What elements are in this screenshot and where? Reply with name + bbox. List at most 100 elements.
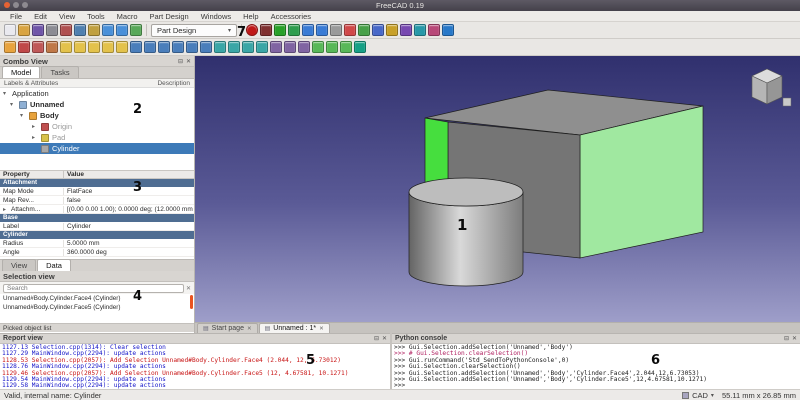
property-value[interactable]: 360.0000 deg — [64, 249, 194, 256]
tab-model[interactable]: Model — [2, 66, 40, 78]
paste-icon[interactable] — [88, 24, 100, 36]
subtractive-primitive-icon[interactable] — [200, 41, 212, 53]
menu-item[interactable]: Part Design — [144, 12, 195, 21]
close-tab-icon[interactable]: ✕ — [319, 326, 324, 332]
selection-view-header[interactable]: Selection view — [0, 271, 194, 282]
3d-viewport[interactable] — [195, 56, 800, 322]
thickness-icon[interactable] — [256, 41, 268, 53]
linear-pattern-icon[interactable] — [284, 41, 296, 53]
menu-item[interactable]: View — [53, 12, 81, 21]
property-value[interactable]: [(0.00 0.00 1.00); 0.0000 deg; (12.0000 … — [64, 206, 194, 213]
tree-item-body[interactable]: ▾ Body — [0, 110, 194, 121]
menu-item[interactable]: Tools — [81, 12, 111, 21]
picked-object-list-header[interactable]: Picked object list — [0, 323, 194, 332]
menu-item[interactable]: File — [4, 12, 28, 21]
property-group-attachment[interactable]: Attachment — [0, 179, 194, 187]
execute-macro-icon[interactable] — [274, 24, 286, 36]
polar-pattern-icon[interactable] — [298, 41, 310, 53]
bottom-view-icon[interactable] — [414, 24, 426, 36]
tree-item-origin[interactable]: ▸ Origin — [0, 121, 194, 132]
cut-icon[interactable] — [60, 24, 72, 36]
fillet-icon[interactable] — [214, 41, 226, 53]
float-panel-icon[interactable]: ⊟ — [178, 58, 183, 65]
datum-plane-icon[interactable] — [312, 41, 324, 53]
close-tab-icon[interactable]: ✕ — [247, 326, 252, 332]
report-view-header[interactable]: Report view ⊟ ✕ — [0, 334, 390, 344]
groove-icon[interactable] — [158, 41, 170, 53]
rear-view-icon[interactable] — [400, 24, 412, 36]
shape-binder-icon[interactable] — [354, 41, 366, 53]
close-panel-icon[interactable]: ✕ — [382, 335, 387, 342]
create-sketch-icon[interactable] — [18, 41, 30, 53]
navigation-style-selector[interactable]: CAD ▾ — [682, 391, 714, 400]
right-view-icon[interactable] — [386, 24, 398, 36]
save-icon[interactable] — [32, 24, 44, 36]
labels-column-header[interactable]: Labels & Attributes — [4, 80, 58, 87]
pocket-icon[interactable] — [130, 41, 142, 53]
subtractive-pipe-icon[interactable] — [186, 41, 198, 53]
map-sketch-icon[interactable] — [46, 41, 58, 53]
window-titlebar[interactable]: FreeCAD 0.19 — [0, 0, 800, 11]
edit-sketch-icon[interactable] — [32, 41, 44, 53]
model-3d[interactable] — [195, 56, 800, 322]
top-view-icon[interactable] — [372, 24, 384, 36]
copy-icon[interactable] — [74, 24, 86, 36]
revolution-icon[interactable] — [74, 41, 86, 53]
property-group-cylinder[interactable]: Cylinder — [0, 231, 194, 239]
clear-search-icon[interactable]: ✕ — [186, 285, 191, 292]
pad-icon[interactable] — [60, 41, 72, 53]
menu-item[interactable]: Edit — [28, 12, 53, 21]
tab-unnamed-document[interactable]: ▤ Unnamed : 1* ✕ — [259, 323, 330, 333]
tree-item-pad[interactable]: ▸ Pad — [0, 132, 194, 143]
expander-icon[interactable]: ▾ — [20, 112, 26, 119]
close-panel-icon[interactable]: ✕ — [792, 335, 797, 342]
close-panel-icon[interactable]: ✕ — [186, 58, 191, 65]
tree-item-application[interactable]: ▾ Application — [0, 88, 194, 99]
search-input[interactable] — [3, 284, 184, 293]
tab-view[interactable]: View — [2, 259, 36, 271]
isometric-view-icon[interactable] — [344, 24, 356, 36]
additive-primitive-icon[interactable] — [116, 41, 128, 53]
refresh-icon[interactable] — [130, 24, 142, 36]
record-macro-icon[interactable] — [246, 24, 258, 36]
expander-icon[interactable]: ▸ — [32, 134, 38, 141]
chamfer-icon[interactable] — [228, 41, 240, 53]
property-value[interactable]: 5.0000 mm — [64, 240, 194, 247]
tab-data[interactable]: Data — [37, 259, 71, 271]
measure-icon[interactable] — [442, 24, 454, 36]
menu-item[interactable]: Accessories — [265, 12, 317, 21]
expander-icon[interactable]: ▸ — [32, 123, 38, 130]
execute-in-console-icon[interactable] — [288, 24, 300, 36]
zoom-icon[interactable] — [316, 24, 328, 36]
workbench-selector[interactable]: Part Design ▾ — [151, 24, 237, 37]
print-icon[interactable] — [46, 24, 58, 36]
property-value[interactable]: Cylinder — [64, 223, 194, 230]
selection-item[interactable]: Unnamed#Body.Cylinder.Face4 (Cylinder) — [0, 294, 194, 303]
left-view-icon[interactable] — [428, 24, 440, 36]
datum-point-icon[interactable] — [340, 41, 352, 53]
subtractive-loft-icon[interactable] — [172, 41, 184, 53]
front-view-icon[interactable] — [358, 24, 370, 36]
draw-style-icon[interactable] — [330, 24, 342, 36]
new-file-icon[interactable] — [4, 24, 16, 36]
additive-pipe-icon[interactable] — [102, 41, 114, 53]
property-value[interactable]: false — [64, 197, 194, 204]
fit-all-icon[interactable] — [302, 24, 314, 36]
expander-icon[interactable]: ▸ — [3, 206, 9, 213]
datum-line-icon[interactable] — [326, 41, 338, 53]
menu-item[interactable]: Windows — [195, 12, 237, 21]
additive-loft-icon[interactable] — [88, 41, 100, 53]
stop-macro-icon[interactable] — [260, 24, 272, 36]
expander-icon[interactable]: ▾ — [3, 90, 9, 97]
python-console-header[interactable]: Python console ⊟ ✕ — [392, 334, 800, 344]
selection-item[interactable]: Unnamed#Body.Cylinder.Face5 (Cylinder) — [0, 303, 194, 312]
tab-tasks[interactable]: Tasks — [41, 66, 78, 78]
menu-item[interactable]: Macro — [111, 12, 144, 21]
tab-start-page[interactable]: ▤ Start page ✕ — [197, 323, 258, 333]
navigation-cube[interactable] — [742, 64, 792, 110]
tree-item-unnamed[interactable]: ▾ Unnamed — [0, 99, 194, 110]
tree-item-cylinder[interactable]: Cylinder — [0, 143, 194, 154]
python-console-input[interactable]: >>> Gui.Selection.addSelection('Unnamed'… — [392, 344, 800, 390]
float-panel-icon[interactable]: ⊟ — [374, 335, 379, 342]
expander-icon[interactable]: ▾ — [10, 101, 16, 108]
